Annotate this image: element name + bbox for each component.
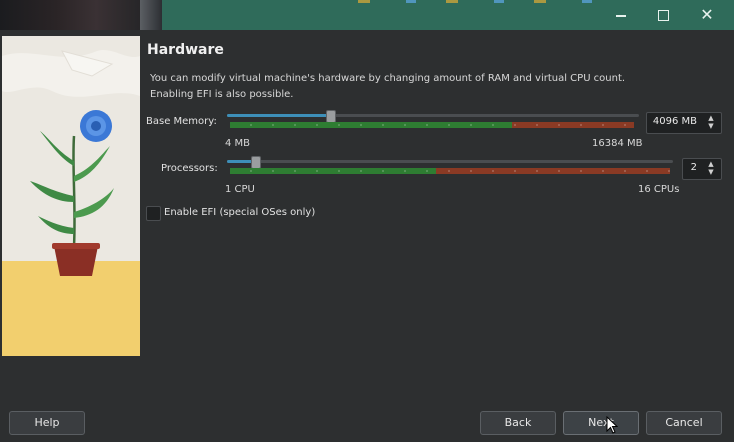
page-description: You can modify virtual machine's hardwar… <box>150 71 710 103</box>
enable-efi-label[interactable]: Enable EFI (special OSes only) <box>164 207 315 218</box>
processors-increment-icon[interactable]: ▲ <box>704 160 718 168</box>
base-memory-spinbox[interactable]: 4096 MB ▲ ▼ <box>646 112 722 134</box>
enable-efi-checkbox[interactable] <box>146 206 161 221</box>
processors-decrement-icon[interactable]: ▼ <box>704 168 718 176</box>
cancel-button[interactable]: Cancel <box>646 411 722 435</box>
processors-max-label: 16 CPUs <box>638 184 680 195</box>
processors-min-label: 1 CPU <box>225 184 255 195</box>
processors-spinbox[interactable]: 2 ▲ ▼ <box>682 158 722 180</box>
back-button[interactable]: Back <box>480 411 556 435</box>
help-button[interactable]: Help <box>9 411 85 435</box>
description-line-2: Enabling EFI is also possible. <box>150 89 294 100</box>
maximize-button[interactable] <box>652 4 674 26</box>
processors-value: 2 <box>690 162 697 173</box>
base-memory-label: Base Memory: <box>146 116 217 127</box>
page-title: Hardware <box>147 42 224 58</box>
description-line-1: You can modify virtual machine's hardwar… <box>150 73 626 84</box>
base-memory-value: 4096 MB <box>652 116 697 127</box>
base-memory-decrement-icon[interactable]: ▼ <box>704 122 718 130</box>
titlebar-decoration <box>358 0 618 3</box>
base-memory-range-bar <box>230 122 634 128</box>
close-button[interactable]: ✕ <box>696 4 718 26</box>
wizard-illustration <box>2 36 140 356</box>
processors-range-bar <box>230 168 670 174</box>
base-memory-min-label: 4 MB <box>225 138 251 149</box>
base-memory-max-label: 16384 MB <box>592 138 643 149</box>
minimize-button[interactable] <box>610 4 632 26</box>
create-vm-dialog: Hardware You can modify virtual machine'… <box>0 30 734 442</box>
mouse-cursor-icon <box>606 416 618 434</box>
processors-slider[interactable] <box>227 160 673 163</box>
base-memory-increment-icon[interactable]: ▲ <box>704 114 718 122</box>
base-memory-slider-fill <box>227 114 330 117</box>
next-button[interactable]: Next <box>563 411 639 435</box>
processors-label: Processors: <box>161 163 218 174</box>
window-titlebar[interactable]: ✕ <box>162 0 734 31</box>
base-memory-slider[interactable] <box>227 114 639 117</box>
